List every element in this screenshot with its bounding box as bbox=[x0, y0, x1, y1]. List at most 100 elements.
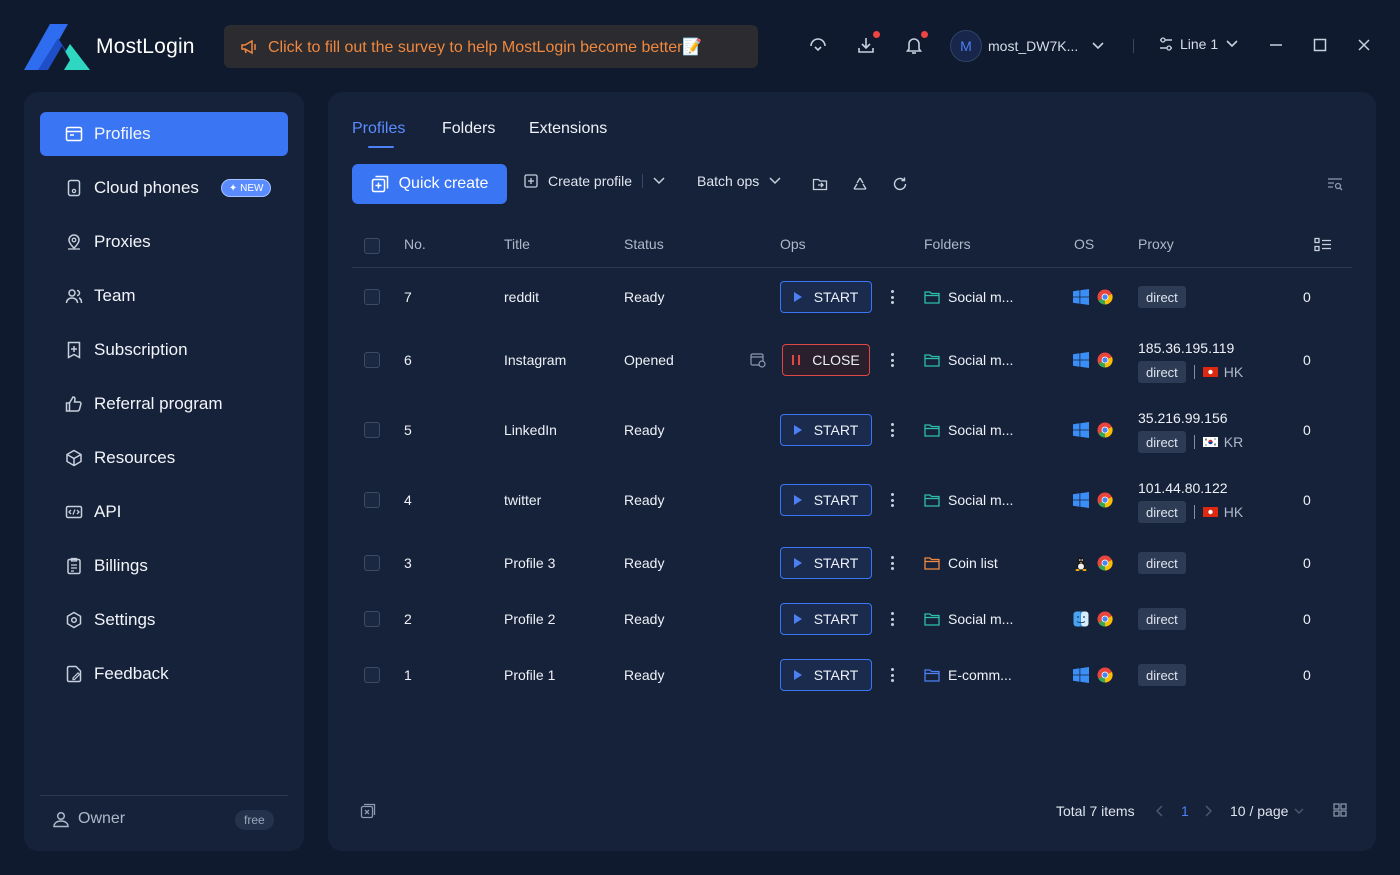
api-icon bbox=[64, 502, 84, 522]
download-icon[interactable] bbox=[855, 31, 880, 56]
start-button[interactable]: START bbox=[780, 281, 872, 313]
quick-create-icon bbox=[371, 175, 389, 193]
row-checkbox[interactable] bbox=[364, 289, 380, 305]
row-checkbox[interactable] bbox=[364, 555, 380, 571]
sidebar-item-referral-program[interactable]: Referral program bbox=[40, 382, 288, 426]
sidebar-item-cloud-phones[interactable]: Cloud phones ✦ NEW bbox=[40, 166, 288, 210]
start-button[interactable]: START bbox=[780, 659, 872, 691]
sidebar-item-proxies[interactable]: Proxies bbox=[40, 220, 288, 264]
sidebar-item-team[interactable]: Team bbox=[40, 274, 288, 318]
support-icon[interactable] bbox=[807, 34, 829, 56]
row-checkbox[interactable] bbox=[364, 611, 380, 627]
feedback-icon bbox=[64, 664, 84, 684]
next-page-icon[interactable] bbox=[1202, 805, 1214, 817]
batch-ops-button[interactable]: Batch ops bbox=[697, 173, 781, 189]
start-button[interactable]: START bbox=[780, 484, 872, 516]
sidebar-item-resources[interactable]: Resources bbox=[40, 436, 288, 480]
chevron-down-icon[interactable] bbox=[653, 177, 665, 185]
clear-selection-icon[interactable] bbox=[360, 803, 376, 819]
more-options-icon[interactable] bbox=[890, 353, 894, 367]
proxy-ip: 35.216.99.156 bbox=[1138, 410, 1228, 426]
tab-profiles[interactable]: Profiles bbox=[352, 120, 405, 138]
sidebar-item-subscription[interactable]: Subscription bbox=[40, 328, 288, 372]
row-checkbox[interactable] bbox=[364, 492, 380, 508]
table-row[interactable]: 6 Instagram Opened CLOSE Social m... 185… bbox=[352, 340, 1352, 383]
more-options-icon[interactable] bbox=[890, 290, 894, 304]
play-icon bbox=[793, 558, 802, 568]
folder-icon bbox=[924, 612, 940, 626]
macos-finder-icon bbox=[1073, 611, 1089, 627]
count-value: 0 bbox=[1303, 611, 1311, 627]
count-value: 0 bbox=[1303, 667, 1311, 683]
sidebar-item-settings[interactable]: Settings bbox=[40, 598, 288, 642]
table-row[interactable]: 3 Profile 3 Ready START Coin list direct… bbox=[352, 545, 1352, 581]
search-list-icon[interactable] bbox=[1326, 175, 1344, 193]
start-button[interactable]: START bbox=[780, 547, 872, 579]
page-size-select[interactable]: 10 / page bbox=[1230, 803, 1304, 819]
count-value: 0 bbox=[1303, 492, 1311, 508]
table-row[interactable]: 4 twitter Ready START Social m... 101.44… bbox=[352, 480, 1352, 523]
proxy-cell: direct bbox=[1138, 552, 1186, 574]
tab-folders[interactable]: Folders bbox=[442, 120, 495, 138]
sidebar-item-api[interactable]: API bbox=[40, 490, 288, 534]
column-settings-icon[interactable] bbox=[1314, 237, 1332, 258]
sidebar-item-feedback[interactable]: Feedback bbox=[40, 652, 288, 696]
proxy-cell: direct bbox=[1138, 608, 1186, 630]
close-profile-button[interactable]: CLOSE bbox=[782, 344, 870, 376]
column-header: Status bbox=[624, 236, 664, 252]
column-header: OS bbox=[1074, 236, 1095, 252]
line-selector[interactable]: Line 1 bbox=[1158, 36, 1238, 52]
start-button[interactable]: START bbox=[780, 603, 872, 635]
count-value: 0 bbox=[1303, 555, 1311, 571]
folder-icon bbox=[924, 353, 940, 367]
browser-window-icon[interactable] bbox=[750, 352, 766, 368]
move-to-folder-icon[interactable] bbox=[811, 175, 829, 193]
sidebar-item-profiles[interactable]: Profiles bbox=[40, 112, 288, 156]
play-icon bbox=[793, 425, 802, 435]
create-profile-button[interactable]: Create profile bbox=[524, 173, 665, 189]
row-checkbox[interactable] bbox=[364, 352, 380, 368]
folder-name: Social m... bbox=[948, 492, 1014, 508]
os-cell bbox=[1073, 352, 1113, 368]
quick-create-button[interactable]: Quick create bbox=[352, 164, 507, 204]
table-row[interactable]: 1 Profile 1 Ready START E-comm... direct… bbox=[352, 657, 1352, 693]
more-options-icon[interactable] bbox=[890, 493, 894, 507]
more-options-icon[interactable] bbox=[890, 423, 894, 437]
column-header: Folders bbox=[924, 236, 971, 252]
sidebar-item-billings[interactable]: Billings bbox=[40, 544, 288, 588]
more-options-icon[interactable] bbox=[890, 556, 894, 570]
survey-banner[interactable]: Click to fill out the survey to help Mos… bbox=[224, 25, 758, 68]
select-all-checkbox[interactable] bbox=[364, 238, 380, 254]
quick-create-label: Quick create bbox=[398, 175, 489, 192]
maximize-icon[interactable] bbox=[1311, 36, 1329, 54]
folder-icon bbox=[924, 290, 940, 304]
proxy-cell: direct bbox=[1138, 664, 1186, 686]
row-checkbox[interactable] bbox=[364, 667, 380, 683]
refresh-icon[interactable] bbox=[891, 175, 909, 193]
sidebar-item-label: Referral program bbox=[94, 394, 223, 413]
prev-page-icon[interactable] bbox=[1154, 805, 1166, 817]
minimize-icon[interactable] bbox=[1267, 36, 1285, 54]
grid-view-icon[interactable] bbox=[1333, 803, 1347, 817]
start-button[interactable]: START bbox=[780, 414, 872, 446]
bell-badge-dot bbox=[921, 31, 928, 38]
app-name: MostLogin bbox=[96, 35, 195, 58]
table-row[interactable]: 5 LinkedIn Ready START Social m... 35.21… bbox=[352, 410, 1352, 453]
os-cell bbox=[1073, 667, 1113, 683]
row-checkbox[interactable] bbox=[364, 422, 380, 438]
profile-title: Profile 2 bbox=[504, 611, 556, 627]
table-row[interactable]: 2 Profile 2 Ready START Social m... dire… bbox=[352, 601, 1352, 637]
chrome-icon bbox=[1097, 667, 1113, 683]
recycle-icon[interactable] bbox=[851, 175, 869, 193]
sidebar-item-label: API bbox=[94, 502, 122, 521]
user-menu[interactable]: M most_DW7K... bbox=[950, 30, 1104, 62]
current-page[interactable]: 1 bbox=[1181, 803, 1189, 819]
close-icon[interactable] bbox=[1355, 36, 1373, 54]
table-row[interactable]: 7 reddit Ready START Social m... direct … bbox=[352, 279, 1352, 315]
row-number: 2 bbox=[404, 611, 412, 627]
row-number: 1 bbox=[404, 667, 412, 683]
more-options-icon[interactable] bbox=[890, 612, 894, 626]
tab-extensions[interactable]: Extensions bbox=[529, 120, 607, 138]
more-options-icon[interactable] bbox=[890, 668, 894, 682]
bell-icon[interactable] bbox=[903, 31, 928, 56]
